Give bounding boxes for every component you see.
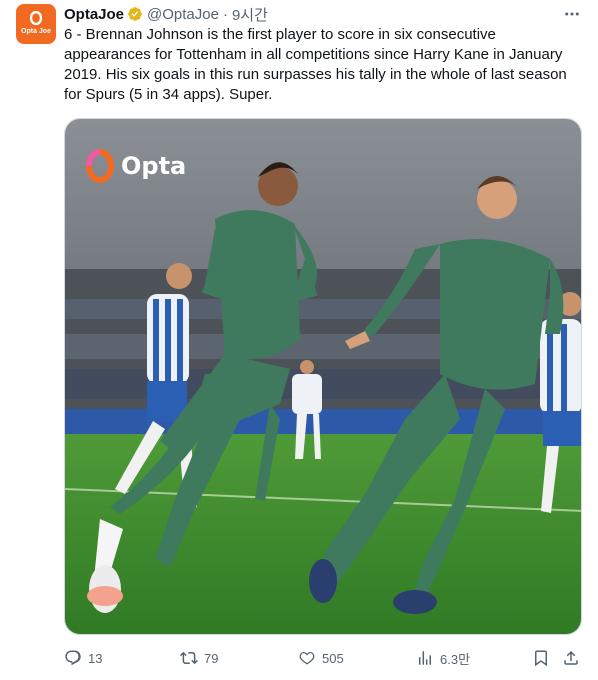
repost-count: 79 [204, 650, 219, 666]
reply-button[interactable]: 13 [64, 648, 102, 668]
more-options-button[interactable] [560, 4, 584, 24]
views-count: 6.3만 [440, 651, 471, 667]
tweet-media-photo[interactable]: Opta [64, 118, 582, 635]
tweet-time[interactable]: 9시간 [232, 4, 268, 25]
avatar[interactable]: Opta Joe [16, 4, 56, 44]
tweet-text: 6 - Brennan Johnson is the first player … [64, 26, 567, 103]
bookmark-button[interactable] [532, 648, 550, 668]
heart-icon [299, 652, 315, 665]
reply-icon [65, 650, 81, 666]
opta-logo-icon [86, 149, 114, 183]
tweet-header: OptaJoe @OptaJoe · 9시간 [64, 4, 268, 24]
views-button[interactable]: 6.3만 [416, 648, 470, 668]
author-display-name[interactable]: OptaJoe [64, 6, 124, 23]
tweet-actions: 13 79 505 6.3만 [64, 648, 586, 668]
opta-watermark-text: Opta [121, 152, 187, 180]
photo-image [65, 119, 581, 634]
bookmark-icon [535, 650, 547, 667]
header-separator: · [222, 5, 228, 23]
repost-button[interactable]: 79 [180, 648, 218, 668]
share-icon [564, 650, 578, 665]
repost-icon [180, 651, 198, 665]
like-button[interactable]: 505 [298, 648, 344, 668]
like-count: 505 [322, 650, 344, 666]
more-dots-icon [565, 12, 579, 16]
opta-logo-icon [30, 11, 42, 25]
share-button[interactable] [562, 648, 580, 668]
author-handle[interactable]: @OptaJoe [147, 6, 219, 23]
tweet: Opta Joe OptaJoe @OptaJoe · 9시간 6 - Bren… [0, 0, 598, 680]
verified-badge-icon [128, 7, 142, 21]
views-chart-icon [419, 651, 431, 665]
opta-watermark: Opta [85, 146, 186, 186]
reply-count: 13 [88, 650, 103, 666]
avatar-label: Opta Joe [21, 28, 51, 35]
